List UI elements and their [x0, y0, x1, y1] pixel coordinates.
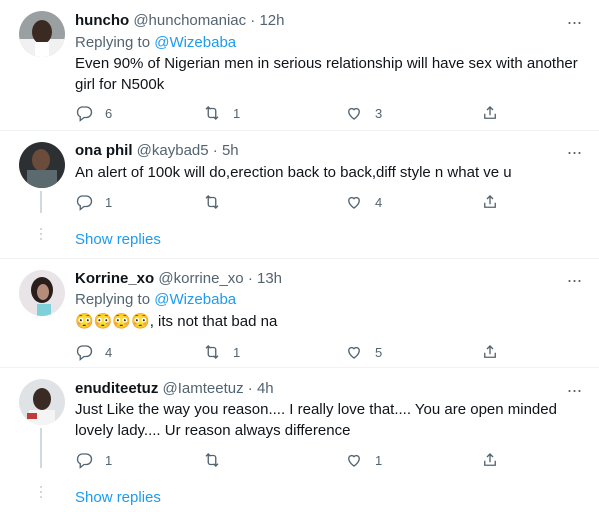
like-button[interactable]: 5 — [345, 342, 382, 362]
like-count: 1 — [375, 452, 383, 468]
more-icon[interactable]: ··· — [563, 143, 585, 161]
tweet-actions: 1 4 — [75, 192, 505, 212]
tweet-text: An alert of 100k will do,erection back t… — [75, 164, 512, 181]
replying-to-label: Replying to — [75, 34, 155, 51]
reply-icon — [76, 345, 93, 361]
timestamp[interactable]: 4h — [257, 380, 274, 397]
user-handle[interactable]: @Iamteetuz — [163, 380, 244, 397]
tweet-header: enuditeetuz @Iamteetuz · 4h — [75, 379, 274, 399]
tweet-actions: 6 1 3 — [75, 103, 505, 123]
tweet-header: ona phil @kaybad5 · 5h — [75, 141, 239, 161]
tweet-text: Even 90% of Nigerian men in serious rela… — [75, 55, 578, 93]
tweet-text-content: , its not that bad na — [149, 313, 278, 330]
thread-dots — [40, 486, 42, 501]
display-name[interactable]: Korrine_xo — [75, 270, 154, 287]
reply-button[interactable]: 1 — [75, 192, 112, 212]
retweet-icon — [205, 453, 219, 467]
like-button[interactable]: 1 — [345, 450, 382, 470]
tweet[interactable]: ona phil @kaybad5 · 5h ··· An alert of 1… — [0, 131, 599, 213]
tweet[interactable]: Korrine_xo @korrine_xo · 13h ··· Replyin… — [0, 259, 599, 367]
replying-to: Replying to @Wizebaba — [75, 290, 236, 310]
separator: · — [212, 142, 218, 159]
like-button[interactable]: 3 — [345, 103, 382, 123]
like-button[interactable]: 4 — [345, 192, 382, 212]
like-count: 3 — [375, 105, 383, 121]
replying-to: Replying to @Wizebaba — [75, 33, 236, 53]
like-count: 4 — [375, 194, 383, 210]
share-button[interactable] — [481, 450, 499, 470]
tweet[interactable]: huncho @hunchomaniac · 12h ··· Replying … — [0, 0, 599, 130]
retweet-button[interactable] — [203, 192, 233, 212]
mention-link[interactable]: @Wizebaba — [154, 291, 236, 308]
retweet-icon — [205, 195, 219, 209]
retweet-icon — [205, 106, 219, 120]
like-icon — [348, 107, 360, 120]
emoji-flushed: 😳😳😳😳 — [75, 313, 150, 330]
share-icon — [484, 453, 496, 466]
reply-button[interactable]: 6 — [75, 103, 112, 123]
share-button[interactable] — [481, 103, 499, 123]
timestamp[interactable]: 5h — [222, 142, 239, 159]
thread-line — [40, 428, 42, 468]
timestamp[interactable]: 12h — [259, 12, 284, 29]
tweet-header: Korrine_xo @korrine_xo · 13h — [75, 269, 282, 289]
avatar[interactable] — [19, 142, 65, 188]
tweet-text: Just Like the way you reason.... I reall… — [75, 401, 557, 439]
timestamp[interactable]: 13h — [257, 270, 282, 287]
reply-button[interactable]: 4 — [75, 342, 112, 362]
tweet-actions: 4 1 5 — [75, 342, 505, 362]
like-count: 5 — [375, 344, 383, 360]
reply-count: 1 — [105, 452, 113, 468]
share-icon — [484, 106, 496, 119]
user-handle[interactable]: @korrine_xo — [158, 270, 243, 287]
reply-count: 6 — [105, 105, 113, 121]
user-handle[interactable]: @kaybad5 — [137, 142, 209, 159]
retweet-count: 1 — [233, 344, 241, 360]
show-replies-link[interactable]: Show replies — [75, 488, 161, 508]
tweet[interactable]: enuditeetuz @Iamteetuz · 4h ··· Just Lik… — [0, 368, 599, 472]
share-button[interactable] — [481, 192, 499, 212]
like-icon — [348, 454, 360, 467]
retweet-button[interactable]: 1 — [203, 103, 240, 123]
more-icon[interactable]: ··· — [563, 271, 585, 289]
thread-line — [40, 191, 42, 213]
reply-icon — [76, 453, 93, 469]
avatar[interactable] — [19, 379, 65, 425]
more-icon[interactable]: ··· — [563, 381, 585, 399]
reply-icon — [76, 106, 93, 122]
avatar[interactable] — [19, 270, 65, 316]
display-name[interactable]: enuditeetuz — [75, 380, 158, 397]
display-name[interactable]: ona phil — [75, 142, 133, 159]
mention-link[interactable]: @Wizebaba — [154, 34, 236, 51]
like-icon — [348, 346, 360, 359]
display-name[interactable]: huncho — [75, 12, 129, 29]
retweet-button[interactable] — [203, 450, 233, 470]
reply-count: 1 — [105, 194, 113, 210]
separator: · — [247, 380, 253, 397]
thread-dots — [40, 228, 42, 243]
like-icon — [348, 196, 360, 209]
separator: · — [250, 12, 256, 29]
reply-button[interactable]: 1 — [75, 450, 112, 470]
share-icon — [484, 345, 496, 358]
replying-to-label: Replying to — [75, 291, 155, 308]
retweet-icon — [205, 345, 219, 359]
user-handle[interactable]: @hunchomaniac — [133, 12, 246, 29]
share-icon — [484, 195, 496, 208]
separator: · — [247, 270, 253, 287]
reply-icon — [76, 195, 93, 211]
show-replies-link[interactable]: Show replies — [75, 230, 161, 250]
tweet-actions: 1 1 — [75, 450, 505, 470]
reply-count: 4 — [105, 344, 113, 360]
share-button[interactable] — [481, 342, 499, 362]
avatar[interactable] — [19, 11, 65, 57]
retweet-button[interactable]: 1 — [203, 342, 240, 362]
retweet-count: 1 — [233, 105, 241, 121]
tweet-text: 😳😳😳😳, its not that bad na — [75, 311, 585, 332]
tweet-header: huncho @hunchomaniac · 12h — [75, 11, 285, 31]
more-icon[interactable]: ··· — [563, 13, 585, 31]
